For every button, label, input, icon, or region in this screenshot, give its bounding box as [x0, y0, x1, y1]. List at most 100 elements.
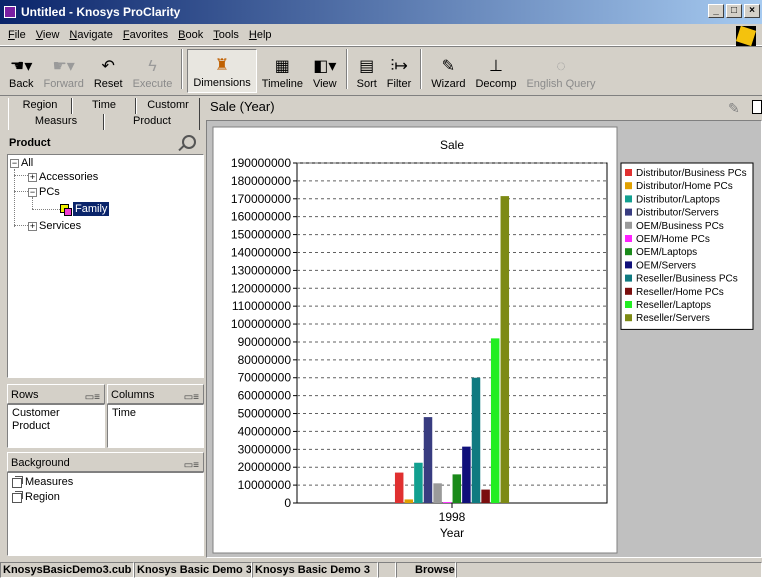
pencil-icon[interactable]: ✎	[728, 100, 740, 117]
expand-icon[interactable]: +	[28, 172, 37, 182]
back-button[interactable]: ☚▾ Back	[4, 49, 38, 93]
maximize-button[interactable]: □	[726, 4, 742, 18]
background-item-measures[interactable]: Measures	[12, 475, 199, 490]
rows-panel: Rows ▭≡ Customer Product	[7, 384, 105, 448]
tree-node-accessories[interactable]: + Accessories	[28, 170, 98, 184]
legend-swatch	[625, 169, 632, 176]
y-tick-label: 30000000	[238, 442, 292, 456]
y-tick-label: 10000000	[238, 478, 292, 492]
columns-item-time[interactable]: Time	[112, 407, 199, 420]
menu-help[interactable]: Help	[249, 29, 272, 41]
decomp-tree-icon: ⊥	[489, 58, 503, 75]
bar	[423, 417, 433, 503]
cube-icon	[12, 475, 23, 488]
tree-connector	[32, 209, 60, 210]
status-bar: KnosysBasicDemo3.cub Knosys Basic Demo 3…	[0, 562, 762, 578]
dimension-tabs-row-1: Region Time Customr	[8, 98, 200, 114]
chart-area: Sale 0 10000000 20000000 30000000 40000000 500…	[206, 120, 762, 558]
collapse-icon[interactable]: −	[28, 187, 37, 197]
legend-label: Distributor/Servers	[636, 208, 719, 219]
y-tick-label: 140000000	[231, 245, 291, 259]
columns-panel: Columns ▭≡ Time	[107, 384, 204, 448]
background-drop-zone[interactable]: Measures Region	[7, 472, 204, 556]
y-tick-label: 50000000	[238, 407, 292, 421]
view-button[interactable]: ◧▾ View	[308, 49, 342, 93]
legend-label: Distributor/Home PCs	[636, 181, 733, 192]
columns-drop-zone[interactable]: Time	[107, 404, 204, 448]
minimize-button[interactable]: _	[708, 4, 724, 18]
forward-arrow-icon: ☛▾	[52, 58, 75, 75]
speech-bubble-icon: ◌	[556, 58, 566, 75]
legend-swatch	[625, 261, 632, 269]
tree-node-pcs[interactable]: − PCs	[28, 185, 60, 199]
y-tick-label: 100000000	[231, 317, 291, 331]
legend-label: Reseller/Laptops	[636, 300, 711, 311]
legend-swatch	[625, 248, 632, 256]
background-header: Background ▭≡	[7, 452, 204, 472]
menu-book[interactable]: Book	[178, 29, 203, 41]
expand-icon[interactable]: +	[28, 221, 37, 231]
panel-grip-icon[interactable]: ▭≡	[184, 456, 199, 476]
collapse-icon[interactable]: −	[10, 158, 19, 168]
wizard-button[interactable]: ✎ Wizard	[426, 49, 470, 93]
tree-node-all[interactable]: − All	[10, 156, 33, 170]
tree-connector	[14, 225, 28, 226]
legend-label: OEM/Business PCs	[636, 221, 724, 232]
product-panel-title: Product	[9, 137, 51, 149]
english-query-button[interactable]: ◌ English Query	[521, 49, 600, 93]
legend-swatch	[625, 208, 632, 216]
menu-file[interactable]: File	[8, 29, 26, 41]
rows-item-customer[interactable]: Customer	[12, 407, 100, 420]
dimensions-button[interactable]: ♜ Dimensions	[187, 49, 257, 93]
reset-icon: ↶	[101, 58, 115, 75]
bar-chart[interactable]: Sale 0 10000000 20000000 30000000 40000000 500…	[207, 121, 761, 557]
menu-favorites[interactable]: Favorites	[123, 29, 168, 41]
lightning-icon: ϟ	[148, 58, 157, 75]
background-item-region[interactable]: Region	[12, 490, 199, 505]
tab-customer[interactable]: Customr	[136, 98, 200, 114]
rows-item-product[interactable]: Product	[12, 420, 100, 433]
tree-node-services[interactable]: + Services	[28, 219, 81, 233]
toolbar-separator	[345, 49, 348, 89]
pane-icon[interactable]	[752, 100, 762, 114]
tab-product[interactable]: Product	[104, 114, 200, 130]
y-tick-label: 40000000	[238, 424, 292, 438]
filter-button[interactable]: ⫶↦ Filter	[382, 49, 416, 93]
panel-grip-icon[interactable]: ▭≡	[184, 388, 199, 408]
reset-button[interactable]: ↶ Reset	[89, 49, 128, 93]
sort-button[interactable]: ▤ Sort	[352, 49, 382, 93]
tab-time[interactable]: Time	[72, 98, 136, 114]
y-tick-label: 110000000	[232, 299, 292, 313]
forward-button[interactable]: ☛▾ Forward	[38, 49, 88, 93]
toolbar-separator	[181, 49, 184, 89]
search-icon[interactable]	[182, 135, 196, 149]
dimensions-icon: ♜	[214, 57, 230, 74]
bar	[404, 499, 414, 503]
tree-connector	[14, 191, 28, 192]
rows-drop-zone[interactable]: Customer Product	[7, 404, 105, 448]
menu-view[interactable]: View	[36, 29, 60, 41]
tree-node-family[interactable]: Family	[60, 202, 110, 216]
legend-label: OEM/Servers	[636, 260, 696, 271]
dimension-tabs-row-2: Measurs Product	[8, 114, 200, 130]
timeline-button[interactable]: ▦ Timeline	[257, 49, 308, 93]
y-tick-label: 90000000	[238, 335, 292, 349]
tab-measures[interactable]: Measurs	[8, 114, 104, 130]
menu-navigate[interactable]: Navigate	[69, 29, 112, 41]
status-empty	[378, 562, 396, 578]
close-button[interactable]: ×	[744, 4, 760, 18]
tree-connector	[14, 169, 15, 227]
menu-tools[interactable]: Tools	[213, 29, 239, 41]
panel-grip-icon[interactable]: ▭≡	[85, 388, 100, 408]
filter-icon: ⫶↦	[390, 58, 408, 75]
status-mode: Browse	[396, 562, 456, 578]
legend-swatch	[625, 274, 632, 282]
bar	[442, 502, 452, 503]
decomp-button[interactable]: ⊥ Decomp	[470, 49, 521, 93]
family-level-icon	[60, 203, 72, 216]
bar	[433, 483, 442, 503]
y-tick-label: 0	[284, 496, 291, 510]
execute-button[interactable]: ϟ Execute	[128, 49, 178, 93]
tab-region[interactable]: Region	[8, 98, 72, 114]
legend-label: Reseller/Business PCs	[636, 274, 738, 285]
